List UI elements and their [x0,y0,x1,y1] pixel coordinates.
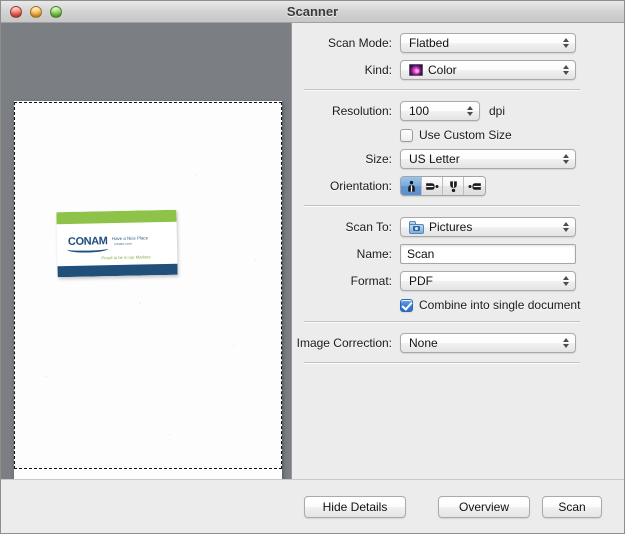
scan-mode-value: Flatbed [409,36,450,50]
resolution-row: Resolution: 100 dpi [292,101,602,121]
use-custom-size-checkbox[interactable] [400,128,413,142]
pictures-folder-icon [409,220,424,234]
traffic-light-group [10,5,62,18]
name-input[interactable]: Scan [400,244,576,264]
minimize-button[interactable] [30,5,42,18]
kind-label: Kind: [364,63,392,77]
scan-preview-pane[interactable]: CONAM Have a Nice Place conam.com Proud … [1,23,292,479]
size-popup-button[interactable]: US Letter [400,149,576,169]
orientation-segmented-control[interactable] [400,176,486,196]
resolution-value: 100 [409,104,430,118]
zoom-button[interactable] [50,5,62,18]
format-row: Format: PDF [292,271,602,291]
scanner-window: Scanner CONAM Have a Nice Place conam.co… [0,0,625,534]
combine-control: Combine into single document [400,298,602,312]
kind-control: Color [400,60,602,80]
settings-separator-2 [304,205,580,206]
resolution-control: 100 dpi [400,101,602,121]
size-row: Size: US Letter [292,149,602,169]
format-control: PDF [400,271,602,291]
combine-into-single-document-checkbox[interactable] [400,298,413,312]
color-photo-thumbnail-icon [409,64,423,76]
overview-button[interactable]: Overview [438,495,530,518]
image-correction-row: Image Correction: None [292,333,602,353]
window-titlebar: Scanner [1,1,624,23]
format-popup-button[interactable]: PDF [400,271,576,291]
orientation-control [400,176,602,196]
kind-value: Color [428,63,457,77]
size-value: US Letter [409,152,460,166]
settings-separator-3 [304,321,580,322]
format-label: Format: [350,274,392,288]
orientation-label: Orientation: [329,179,392,193]
scan-mode-control: Flatbed [400,33,602,53]
orientation-landscape-right-segment[interactable] [422,177,443,195]
window-content: CONAM Have a Nice Place conam.com Proud … [1,23,624,479]
scan-to-control: Pictures [400,217,602,237]
window-bottom-bar: Hide Details Overview Scan [1,479,624,533]
image-correction-value: None [409,336,438,350]
size-control: US Letter [400,149,602,169]
use-custom-size-row: Use Custom Size [292,128,602,142]
combine-checkbox-row[interactable]: Combine into single document [400,298,580,312]
scan-to-value: Pictures [429,220,473,234]
use-custom-size-control: Use Custom Size [400,128,602,142]
format-value: PDF [409,274,433,288]
orientation-row: Orientation: [292,176,602,196]
image-correction-popup-button[interactable]: None [400,333,576,353]
popup-arrows-icon [465,104,474,118]
resolution-label: Resolution: [331,104,392,118]
kind-popup-button[interactable]: Color [400,60,576,80]
scanner-settings-pane: Scan Mode: Flatbed Kind: Color Resolutio… [292,23,624,479]
use-custom-size-label: Use Custom Size [419,128,512,142]
hide-details-button[interactable]: Hide Details [304,495,406,518]
combine-into-single-document-label: Combine into single document [419,298,581,312]
resolution-unit-label: dpi [489,104,506,118]
orientation-portrait-up-icon [407,180,415,192]
popup-arrows-icon [561,336,570,350]
scan-button[interactable]: Scan [542,495,602,518]
name-control: Scan [400,244,602,264]
popup-arrows-icon [561,220,570,234]
scan-mode-row: Scan Mode: Flatbed [292,33,602,53]
use-custom-size-checkbox-row[interactable]: Use Custom Size [400,128,512,142]
scan-mode-popup-button[interactable]: Flatbed [400,33,576,53]
orientation-portrait-up-segment[interactable] [401,177,422,195]
settings-separator-1 [304,89,580,90]
scan-to-label: Scan To: [345,220,392,234]
popup-arrows-icon [561,274,570,288]
bottom-button-group: Hide Details Overview Scan [292,495,624,518]
settings-separator-4 [304,362,580,363]
orientation-portrait-down-segment[interactable] [443,177,464,195]
orientation-landscape-right-icon [426,182,439,190]
popup-arrows-icon [561,63,570,77]
name-row: Name: Scan [292,244,602,264]
name-input-value: Scan [407,247,435,261]
resolution-popup-button[interactable]: 100 [400,101,480,121]
image-correction-control: None [400,333,602,353]
image-correction-label: Image Correction: [296,336,392,350]
combine-row: Combine into single document [292,298,602,312]
popup-arrows-icon [561,36,570,50]
name-label: Name: [356,247,392,261]
kind-row: Kind: Color [292,60,602,80]
popup-arrows-icon [561,152,570,166]
orientation-portrait-down-icon [449,180,457,192]
orientation-landscape-left-segment[interactable] [464,177,485,195]
close-button[interactable] [10,5,22,18]
scan-to-popup-button[interactable]: Pictures [400,217,576,237]
window-title: Scanner [286,4,339,19]
scan-selection-marquee[interactable] [14,102,282,469]
scan-to-row: Scan To: Pictures [292,217,602,237]
orientation-landscape-left-icon [468,182,481,190]
size-label: Size: [365,152,392,166]
settings-rows: Scan Mode: Flatbed Kind: Color Resolutio… [292,23,624,374]
scan-mode-label: Scan Mode: [327,36,392,50]
